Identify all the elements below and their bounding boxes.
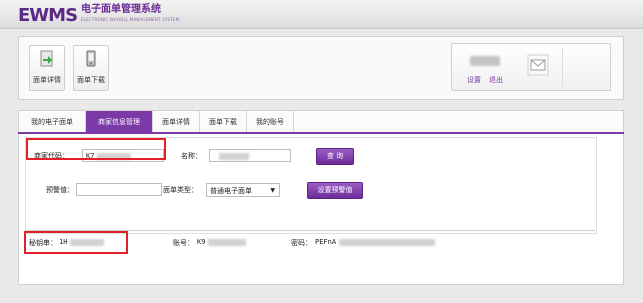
- tab-my-account[interactable]: 我的账号: [247, 111, 294, 133]
- chevron-down-icon: ▼: [270, 187, 275, 194]
- document-arrow-icon: [40, 50, 53, 67]
- exit-link[interactable]: 退出: [489, 75, 503, 85]
- set-warning-button[interactable]: 设置预警值: [307, 182, 363, 199]
- name-input[interactable]: [209, 149, 291, 162]
- toolbar: 面单详情 面单下载 设置 退出: [18, 36, 624, 100]
- name-label: 名称：: [181, 152, 202, 160]
- logo-text: EWMS: [18, 5, 78, 26]
- main-panel: 商家代码： K7 名称： 查 询 预警值： 面单类型： 普通电子面单 ▼ 设置预…: [18, 134, 624, 285]
- tab-bar: 我的电子面单 商家信息管理 面单详情 面单下载 我的账号: [18, 110, 624, 133]
- tab-merchant-info[interactable]: 商家信息管理: [86, 111, 153, 133]
- top-bar: EWMS 电子面单管理系统 ELECTRONIC WAYBILL MANAGEM…: [0, 0, 643, 29]
- user-panel: 设置 退出: [451, 43, 611, 91]
- mail-icon[interactable]: [527, 54, 549, 76]
- avatar: [470, 56, 500, 66]
- masked-value: [219, 152, 249, 160]
- app-subtitle: ELECTRONIC WAYBILL MANAGEMENT SYSTEM: [81, 17, 180, 22]
- waybill-download-button[interactable]: 面单下载: [73, 45, 109, 91]
- app-title: 电子面单管理系统: [81, 4, 162, 15]
- waybill-type-select[interactable]: 普通电子面单 ▼: [206, 183, 280, 197]
- tab-waybill-download[interactable]: 面单下载: [200, 111, 247, 133]
- phone-download-icon: [86, 50, 96, 67]
- app-logo: EWMS 电子面单管理系统 ELECTRONIC WAYBILL MANAGEM…: [18, 5, 179, 25]
- tab-my-waybills[interactable]: 我的电子面单: [19, 111, 86, 133]
- tab-waybill-details[interactable]: 面单详情: [153, 111, 200, 133]
- password-value: PEFnA: [315, 238, 436, 246]
- password-label: 密码：: [291, 239, 312, 247]
- waybill-download-label: 面单下载: [77, 76, 105, 84]
- warning-value-input[interactable]: [76, 183, 162, 196]
- query-button[interactable]: 查 询: [316, 148, 354, 165]
- divider: [562, 48, 563, 86]
- warning-value-label: 预警值：: [46, 186, 74, 194]
- waybill-details-label: 面单详情: [33, 76, 61, 84]
- waybill-details-button[interactable]: 面单详情: [29, 45, 65, 91]
- masked-value: [339, 238, 436, 246]
- masked-value: [208, 238, 247, 246]
- account-value: K9: [197, 238, 247, 246]
- waybill-type-label: 面单类型：: [163, 186, 198, 194]
- settings-link[interactable]: 设置: [467, 75, 481, 85]
- account-label: 账号：: [173, 239, 194, 247]
- highlight-merchant-code: [26, 138, 166, 160]
- highlight-secret-key: [24, 231, 128, 254]
